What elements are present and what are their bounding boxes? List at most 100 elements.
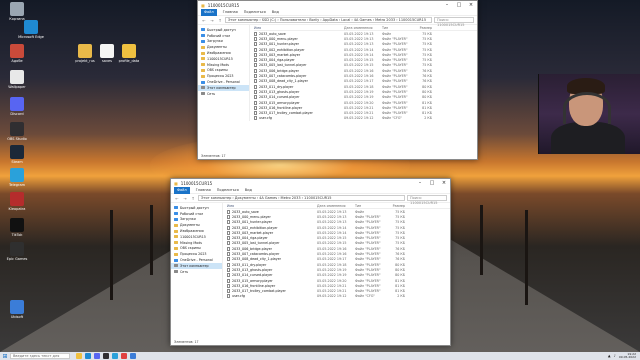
file-type: Файл "CFG" (382, 116, 402, 121)
column-date[interactable]: Дата изменения (317, 204, 355, 208)
file-size: 2 КБ (424, 116, 432, 121)
taskbar-app-icon[interactable] (85, 353, 91, 359)
breadcrumb-item[interactable]: Этот компьютер (201, 196, 231, 200)
tab-share[interactable]: Поделиться (244, 10, 266, 14)
network-icon (174, 270, 178, 274)
column-name[interactable]: Имя (227, 204, 317, 208)
desktop-icon[interactable]: Kleopatra (4, 192, 30, 211)
title-bar[interactable]: ■ 1100015CUR15 – □ × (198, 1, 477, 9)
desktop-icon[interactable]: Discord (4, 97, 30, 116)
column-date[interactable]: Дата изменения (344, 26, 382, 30)
file-icon (254, 47, 257, 52)
breadcrumb-item[interactable]: 1100015CUR15 (399, 18, 426, 22)
column-type[interactable]: Тип (382, 26, 412, 30)
taskbar-app-icon[interactable] (103, 353, 109, 359)
file-list: Имя Дата изменения Тип Размер 2033_auto_… (223, 203, 450, 299)
breadcrumb-item[interactable]: Пользователи (280, 18, 306, 22)
file-size: 80 КБ (422, 89, 432, 94)
taskbar-app-icon[interactable] (121, 353, 127, 359)
taskbar-app-icon[interactable] (112, 353, 118, 359)
volume-icon[interactable]: ♪ (614, 354, 616, 358)
breadcrumb-item[interactable]: AppData (323, 18, 338, 22)
file-size: 81 КБ (395, 283, 405, 288)
file-row[interactable]: user.cfg 09.05.2022 19:12 Файл "CFG" 2 КБ (227, 294, 450, 299)
desktop-icon[interactable]: OBS Studio (4, 122, 30, 141)
breadcrumb-item[interactable]: 1100015CUR15 (304, 196, 331, 200)
explorer-window-top[interactable]: ■ 1100015CUR15 – □ × Файл Главная Подели… (197, 0, 478, 160)
clock[interactable]: 19:22 09.05.2022 (619, 352, 636, 360)
file-icon (227, 225, 230, 230)
file-name: 2033_003_market.player (232, 230, 274, 235)
forward-arrow-icon[interactable]: → (182, 196, 188, 201)
breadcrumb-item[interactable]: Документы (235, 196, 256, 200)
app-icon (10, 122, 24, 136)
column-size[interactable]: Размер (412, 26, 432, 30)
taskbar-app-icon[interactable] (130, 353, 136, 359)
up-arrow-icon[interactable]: ↑ (217, 18, 223, 23)
back-arrow-icon[interactable]: ← (174, 196, 180, 201)
forward-arrow-icon[interactable]: → (209, 18, 215, 23)
file-row[interactable]: user.cfg 09.05.2022 19:12 Файл "CFG" 2 КБ (254, 116, 477, 121)
network-icon[interactable]: ▲ (608, 354, 611, 358)
tab-file[interactable]: Файл (201, 8, 217, 16)
back-arrow-icon[interactable]: ← (201, 18, 207, 23)
file-name: 2033_001_hunter.player (232, 220, 273, 225)
tab-view[interactable]: Вид (245, 188, 252, 192)
breadcrumb-item[interactable]: Local (341, 18, 350, 22)
file-icon (227, 214, 230, 219)
breadcrumb-item[interactable]: Этот компьютер (228, 18, 258, 22)
address-bar[interactable]: Этот компьютер › SSD (C:) › Пользователи › Bor… (225, 17, 432, 23)
desktop-icon[interactable]: Корзина (4, 2, 30, 21)
breadcrumb-item[interactable]: Boriiy (309, 18, 319, 22)
address-bar[interactable]: Этот компьютер › Документы › 4A Games › Metro … (198, 195, 405, 201)
desktop-icon[interactable]: Microsoft Edge (18, 20, 44, 39)
folder-icon (174, 246, 178, 250)
tab-share[interactable]: Поделиться (217, 188, 239, 192)
file-name-cell: 2033_013_ghosts.player (227, 267, 317, 272)
file-date: 05.05.2022 19:20 (317, 278, 347, 283)
maximize-icon[interactable]: □ (453, 2, 465, 8)
explorer-window-bottom[interactable]: ■ 1100015CUR15 – □ × Файл Главная Подели… (170, 178, 451, 346)
breadcrumb-item[interactable]: SSD (C:) (262, 18, 277, 22)
tab-home[interactable]: Главная (223, 10, 238, 14)
maximize-icon[interactable]: □ (426, 180, 438, 186)
desktop-icon[interactable]: Steam (4, 145, 30, 164)
column-size[interactable]: Размер (385, 204, 405, 208)
breadcrumb-item[interactable]: Metro 2033 (375, 18, 395, 22)
nav-item[interactable]: Сеть (198, 91, 249, 97)
title-bar[interactable]: ■ 1100015CUR15 – □ × (171, 179, 450, 187)
breadcrumb-item[interactable]: 4A Games (259, 196, 277, 200)
explorer-body: Быстрый доступ Рабочий стол Загрузки Докуме… (171, 203, 450, 300)
file-size: 80 КБ (395, 267, 405, 272)
nav-item[interactable]: Сеть (171, 269, 222, 275)
tab-view[interactable]: Вид (272, 10, 279, 14)
search-input[interactable]: Поиск: 1100015CUR15 (434, 17, 474, 27)
tab-home[interactable]: Главная (196, 188, 211, 192)
close-icon[interactable]: × (438, 180, 450, 186)
taskbar-apps (76, 353, 136, 359)
minimize-icon[interactable]: – (441, 2, 453, 8)
breadcrumb-item[interactable]: Metro 2033 (281, 196, 301, 200)
close-icon[interactable]: × (465, 2, 477, 8)
minimize-icon[interactable]: – (414, 180, 426, 186)
column-name[interactable]: Имя (254, 26, 344, 30)
desktop-icon[interactable]: Epic Games (4, 242, 30, 261)
taskbar-app-icon[interactable] (76, 353, 82, 359)
desktop-icon[interactable]: Адобе (4, 44, 30, 63)
taskbar-search-input[interactable]: Введите здесь текст для поиска (10, 353, 70, 360)
file-date: 05.05.2022 19:16 (344, 68, 374, 73)
desktop-icon[interactable]: TikTok (4, 218, 30, 237)
desktop-icon[interactable]: Telegram (4, 168, 30, 187)
desktop-icon[interactable]: Wallpaper (4, 70, 30, 89)
search-input[interactable]: Поиск: 1100015CUR15 (407, 195, 447, 205)
desktop-folder-icon[interactable]: profile_data (116, 44, 142, 63)
desktop-icon[interactable]: Ubisoft (4, 300, 30, 319)
tab-file[interactable]: Файл (174, 186, 190, 194)
breadcrumb-item[interactable]: 4A Games (354, 18, 372, 22)
windows-start-icon[interactable]: ⊞ (0, 353, 10, 360)
file-name: 2033_011_dry.player (232, 262, 267, 267)
folder-icon (174, 212, 178, 216)
taskbar-app-icon[interactable] (94, 353, 100, 359)
up-arrow-icon[interactable]: ↑ (190, 196, 196, 201)
column-type[interactable]: Тип (355, 204, 385, 208)
